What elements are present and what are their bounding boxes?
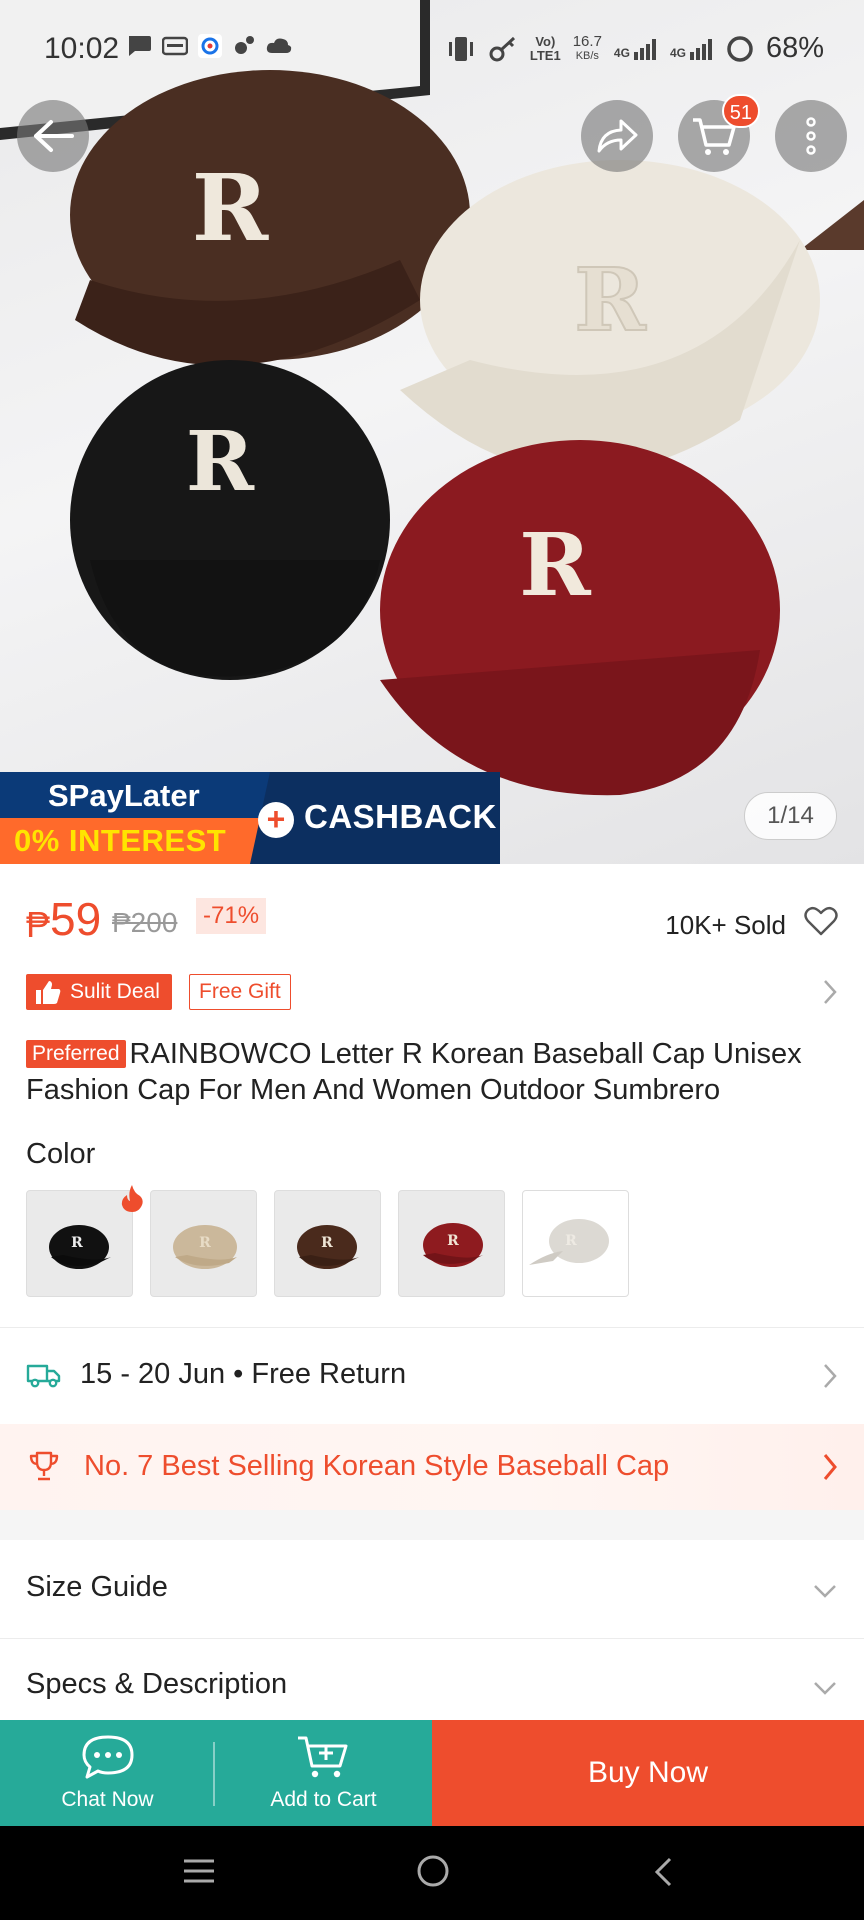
chat-now-button[interactable]: Chat Now [0, 1720, 215, 1826]
sim1-signal: 4G [614, 38, 658, 60]
status-bar: 10:02 Vo) LTE1 16.7 KB/s 4G 4G 68% [0, 0, 864, 100]
swatch-khaki[interactable]: R [150, 1190, 257, 1297]
free-gift-badge: Free Gift [189, 974, 291, 1010]
color-swatches: R R R R R [26, 1190, 629, 1297]
svg-text:R: R [199, 1235, 211, 1251]
promo-title: SPayLater [48, 778, 200, 813]
sulit-deal-badge: Sulit Deal [26, 974, 172, 1010]
sulit-deal-label: Sulit Deal [70, 980, 160, 1003]
system-icons: Vo) LTE1 16.7 KB/s 4G 4G 68% [446, 32, 824, 65]
cap-thumbnail: R [173, 1225, 237, 1269]
share-button[interactable] [581, 100, 653, 172]
swatch-black[interactable]: R [26, 1190, 133, 1297]
svg-text:R: R [321, 1235, 333, 1251]
preferred-seller-tag: Preferred [26, 1040, 126, 1068]
promo-cashback: CASHBACK [304, 798, 497, 835]
plus-icon: + [258, 802, 294, 838]
key-icon [489, 36, 515, 61]
heart-icon[interactable] [804, 906, 838, 936]
delivery-info-row[interactable]: 15 - 20 Jun • Free Return [0, 1340, 864, 1410]
chevron-right-icon [824, 980, 837, 1004]
cloud-icon [266, 38, 292, 53]
size-guide-row[interactable]: Size Guide [0, 1541, 864, 1637]
swatch-red[interactable]: R [398, 1190, 505, 1297]
home-icon[interactable] [416, 1854, 450, 1888]
volte-indicator: Vo) LTE1 [529, 33, 561, 63]
delivery-text: 15 - 20 Jun • Free Return [80, 1358, 407, 1390]
chevron-right-icon [823, 1454, 837, 1480]
ranking-text: No. 7 Best Selling Korean Style Baseball… [84, 1450, 670, 1482]
thumbs-up-icon [36, 981, 61, 1004]
buy-now-button[interactable]: Buy Now [432, 1720, 864, 1826]
settings-icon [235, 36, 254, 54]
chat-now-label: Chat Now [61, 1788, 154, 1811]
notification-icons [126, 34, 292, 58]
swatch-light-gray[interactable]: R [522, 1190, 629, 1297]
arrow-left-icon [34, 120, 74, 152]
product-title: Preferred RAINBOWCO Letter R Korean Baseb… [26, 1036, 846, 1108]
variation-label: Color [26, 1138, 96, 1170]
app-icon [198, 34, 222, 58]
price-currency: ₱ [26, 904, 51, 945]
add-to-cart-icon [297, 1736, 347, 1778]
cart-count-badge: 51 [721, 94, 760, 128]
svg-text:R: R [186, 414, 255, 510]
card-icon [162, 36, 188, 56]
more-vertical-icon [806, 117, 816, 155]
chat-bubble-icon [129, 36, 151, 56]
specs-label: Specs & Description [26, 1668, 288, 1700]
back-nav-icon[interactable] [652, 1856, 674, 1888]
svg-text:R: R [192, 154, 269, 262]
share-icon [597, 119, 638, 153]
svg-text:R: R [447, 1233, 459, 1249]
fire-icon [121, 1185, 143, 1212]
truck-icon [26, 1364, 61, 1388]
swatch-brown[interactable]: R [274, 1190, 381, 1297]
current-price: 59 [50, 893, 102, 945]
product-image-carousel[interactable]: R R R R 10:02 Vo) LTE1 16.7 KB/s 4G 4G 6… [0, 0, 864, 864]
discount-badge: -71% [196, 898, 267, 934]
svg-text:R: R [574, 250, 646, 351]
cart-button[interactable]: 51 [678, 94, 760, 172]
promo-interest: 0% INTEREST [14, 823, 227, 858]
price-row: ₱ 59 ₱200 -71% 10K+ Sold [26, 890, 838, 950]
image-counter: 1/14 [744, 792, 837, 840]
sold-count: 10K+ Sold [665, 910, 786, 940]
trophy-icon [29, 1451, 59, 1481]
specs-description-row[interactable]: Specs & Description [0, 1640, 864, 1720]
add-to-cart-button[interactable]: Add to Cart [215, 1720, 432, 1826]
bottom-action-bar: Chat Now Add to Cart Buy Now [0, 1720, 864, 1826]
svg-text:R: R [71, 1235, 83, 1251]
best-selling-ranking-row[interactable]: No. 7 Best Selling Korean Style Baseball… [0, 1424, 864, 1510]
size-guide-label: Size Guide [26, 1571, 168, 1603]
svg-text:R: R [519, 515, 591, 616]
chevron-down-icon [814, 1585, 836, 1598]
svg-text:R: R [565, 1233, 577, 1249]
chevron-right-icon [824, 1364, 837, 1388]
product-title-text: RAINBOWCO Letter R Korean Baseball Cap U… [26, 1038, 802, 1106]
more-options-button[interactable] [775, 100, 847, 172]
back-button[interactable] [17, 100, 89, 172]
original-price: ₱200 [112, 907, 178, 938]
status-time: 10:02 [44, 32, 120, 65]
system-navigation-bar [0, 1826, 864, 1920]
cap-thumbnail: R [297, 1225, 359, 1269]
menu-icon[interactable] [182, 1856, 216, 1886]
chat-icon [82, 1735, 133, 1779]
signal-icon [633, 38, 656, 60]
sim2-signal: 4G [670, 38, 714, 60]
cap-thumbnail: R [529, 1219, 609, 1265]
battery-ring-icon [727, 35, 753, 62]
battery-level: 68% [765, 32, 824, 64]
cap-thumbnail: R [423, 1223, 483, 1267]
network-speed: 16.7 KB/s [572, 32, 602, 62]
vibrate-icon [448, 36, 473, 61]
deal-badges-row[interactable]: Sulit Deal Free Gift [26, 974, 838, 1010]
add-to-cart-label: Add to Cart [270, 1788, 377, 1811]
chevron-down-icon [814, 1682, 836, 1695]
signal-icon [689, 38, 712, 60]
